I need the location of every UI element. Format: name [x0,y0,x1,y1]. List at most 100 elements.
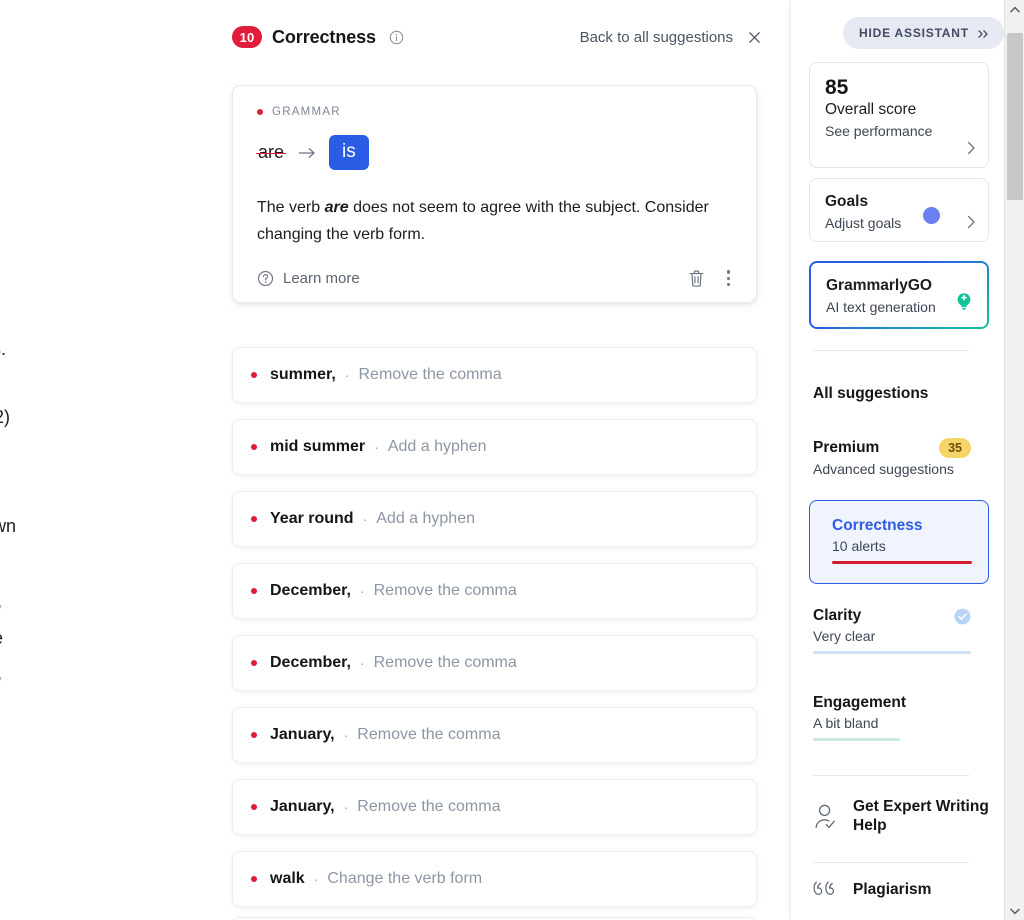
premium-count-badge: 35 [939,438,971,458]
suggestion-separator: · [344,727,349,743]
suggestion-dot-icon [251,588,257,594]
suggestion-separator: · [314,871,319,887]
lightbulb-plus-icon [953,290,975,312]
metric-premium[interactable]: Premium 35 Advanced suggestions [813,438,971,477]
card-action-icons [688,268,732,288]
suggestion-action: Remove the comma [374,654,517,672]
alert-count-badge: 10 [232,26,262,48]
suggestion-dot-icon [251,372,257,378]
back-to-all-suggestions-link[interactable]: Back to all suggestions [580,29,733,46]
card-footer: Learn more [257,268,732,288]
metric-progress-bar [813,738,971,741]
double-chevron-right-icon [977,28,990,38]
document-text-fragment: , [0,660,2,688]
metric-progress-bar [832,561,982,564]
suggestion-row[interactable]: walk · Change the verb form [232,851,757,907]
plagiarism-link[interactable]: Plagiarism [813,880,931,900]
info-circle-icon[interactable] [389,30,404,45]
vertical-scrollbar[interactable] [1004,0,1024,920]
suggestion-word: January, [270,726,335,744]
metric-name: Premium [813,439,879,457]
suggestion-word: mid summer [270,438,365,456]
metric-subtitle: A bit bland [813,715,971,731]
header-title-group: 10 Correctness [232,26,404,48]
suggestion-separator: · [363,511,368,527]
suggestion-action: Change the verb form [327,870,482,888]
metric-clarity[interactable]: Clarity Very clear [813,607,971,654]
goals-card[interactable]: Goals Adjust goals [809,178,989,242]
metric-correctness[interactable]: Correctness 10 alerts [809,500,989,584]
suggestion-category: GRAMMAR [257,106,732,118]
kebab-menu-icon[interactable] [725,268,732,288]
suggestion-action: Remove the comma [357,798,500,816]
grammarly-go-card[interactable]: GrammarlyGO AI text generation [809,261,989,329]
metric-engagement[interactable]: Engagement A bit bland [813,694,971,741]
metric-progress-fill [813,738,900,741]
all-suggestions-heading: All suggestions [813,385,928,403]
category-dot-icon [257,109,263,115]
trash-icon[interactable] [688,269,705,288]
suggestion-separator: · [345,367,350,383]
suggestion-row[interactable]: December, · Remove the comma [232,635,757,691]
suggestion-row[interactable]: mid summer · Add a hyphen [232,419,757,475]
grammarly-go-title: GrammarlyGO [826,276,972,297]
suggestion-word: January, [270,798,335,816]
overall-score-card[interactable]: 85 Overall score See performance [809,62,989,168]
arrow-right-icon [298,146,316,160]
suggestion-dot-icon [251,876,257,882]
chevron-right-icon [967,141,976,155]
metric-subtitle: 10 alerts [832,538,982,554]
document-editor-sliver[interactable]: e, s. 2) wn , e , [0,0,120,920]
apply-suggestion-button[interactable]: is [329,135,369,170]
metric-progress-fill [813,651,971,654]
get-expert-writing-help-link[interactable]: Get Expert Writing Help [813,798,1004,836]
goals-indicator-dot [923,207,940,224]
suggestion-row[interactable]: January, · Remove the comma [232,707,757,763]
see-performance-link[interactable]: See performance [825,123,973,139]
adjust-goals-link[interactable]: Adjust goals [825,215,973,231]
suggestion-word: summer, [270,366,336,384]
assistant-sidebar: HIDE ASSISTANT 85 Overall score See perf… [790,0,1004,920]
sidebar-divider [813,775,969,776]
explanation-emphasis: are [325,199,349,216]
quotation-marks-icon [813,880,839,900]
metric-name: Correctness [832,517,982,535]
metric-name: Clarity [813,607,861,625]
suggestion-row[interactable]: January, · Remove the comma [232,779,757,835]
check-circle-icon [954,608,971,625]
overall-score-title: Overall score [825,100,973,121]
suggestion-word: walk [270,870,305,888]
suggestion-dot-icon [251,660,257,666]
scrollbar-thumb[interactable] [1007,33,1023,200]
suggestion-separator: · [360,655,365,671]
document-text-fragment: , [0,588,2,616]
expanded-suggestion-card[interactable]: GRAMMAR are is The verb are does not see… [232,85,757,303]
suggestion-row[interactable]: December, · Remove the comma [232,563,757,619]
replacement-row: are is [257,135,732,170]
suggestion-row[interactable]: Year round · Add a hyphen [232,491,757,547]
learn-more-button[interactable]: Learn more [257,270,360,287]
suggestion-word: Year round [270,510,354,528]
metric-progress-bar [813,651,971,654]
suggestion-row[interactable]: summer, · Remove the comma [232,347,757,403]
suggestion-word: December, [270,582,351,600]
metric-name: Engagement [813,694,906,712]
learn-more-label: Learn more [283,270,360,287]
suggestion-separator: · [374,439,379,455]
suggestion-action: Add a hyphen [376,510,475,528]
hide-assistant-button[interactable]: HIDE ASSISTANT [843,17,1004,49]
close-icon[interactable] [747,30,762,45]
goals-title: Goals [825,192,973,213]
sidebar-divider [813,862,969,863]
suggestion-dot-icon [251,444,257,450]
scroll-up-button[interactable] [1005,0,1024,18]
hide-assistant-label: HIDE ASSISTANT [859,26,969,40]
document-text-fragment: 2) [0,404,10,432]
sidebar-divider [813,350,969,351]
suggestion-word: December, [270,654,351,672]
grammarly-go-subtitle: AI text generation [826,299,972,315]
document-text-fragment: wn [0,513,16,541]
suggestion-dot-icon [251,732,257,738]
document-text-fragment: s. [0,336,6,364]
scroll-down-button[interactable] [1005,902,1024,920]
